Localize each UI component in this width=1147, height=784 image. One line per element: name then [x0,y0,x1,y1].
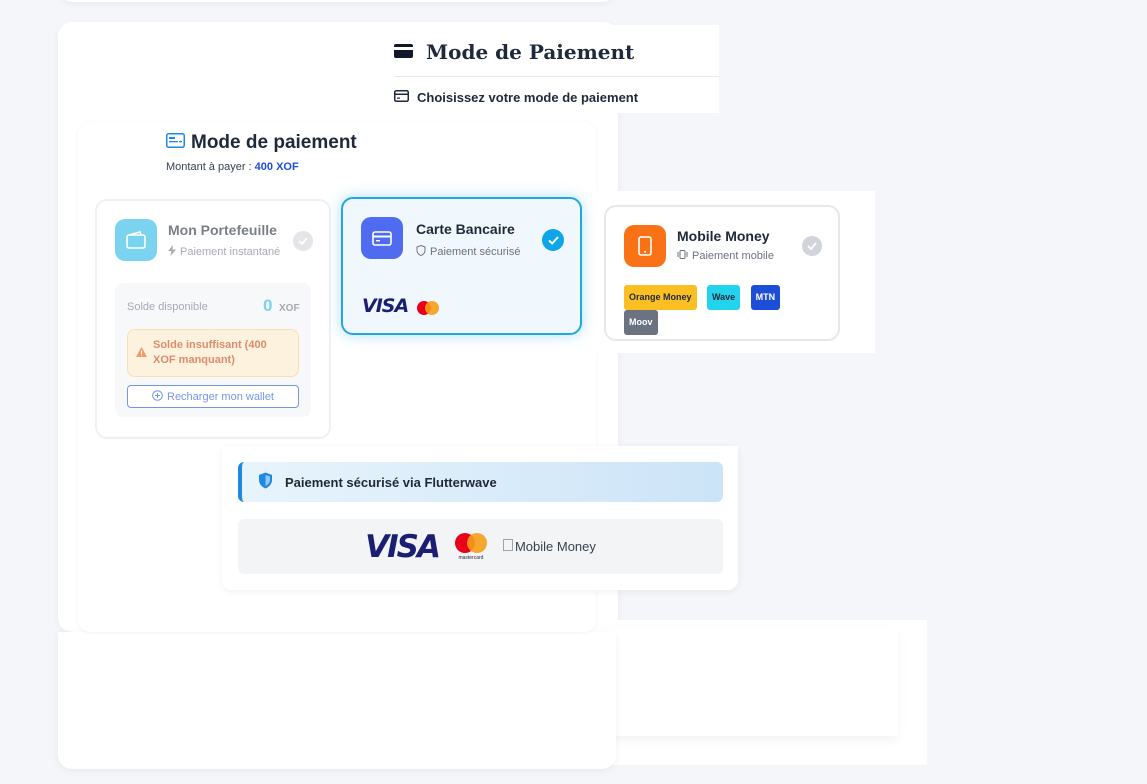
page-subtitle-text: Choisissez votre mode de paiement [417,90,639,105]
mobile-money-option-card[interactable]: Mobile Money Paiement mobile Orange Mone… [604,205,840,341]
secure-banner-text: Paiement sécurisé via Flutterwave [285,474,497,490]
credit-card-icon [394,40,414,64]
wallet-subtitle-text: Paiement instantané [180,246,281,258]
visa-logo: VISA [362,295,409,317]
panel-title: Mode de paiement [166,132,357,154]
background-card-top [60,0,615,2]
credit-card-icon [361,217,403,259]
mobile-money-title: Mobile Money [677,228,770,244]
page-title: Mode de Paiement [394,40,634,64]
reload-wallet-label: Recharger mon wallet [167,390,274,403]
mastercard-logo [415,300,441,321]
operator-tag-mtn: MTN [750,285,781,310]
lightning-icon [168,245,176,259]
amount-to-pay: Montant à payer : 400 XOF [166,161,299,173]
wallet-subtitle: Paiement instantané [168,245,280,259]
operator-tag-wave: Wave [706,285,741,310]
amount-label: Montant à payer : [166,161,252,173]
wallet-balance-box: Solde disponible 0 XOF Solde insuffisant… [115,283,311,417]
mobile-money-subtitle-text: Paiement mobile [692,250,774,262]
insufficient-balance-warning: Solde insuffisant (400 XOF manquant) [127,329,299,377]
vibrate-icon [677,250,688,262]
payment-logos-box: VISA mastercard Mobile Money [238,519,723,574]
mastercard-wordmark: mastercard [458,555,484,561]
balance-value: 0 [263,296,273,315]
wallet-icon [115,219,157,261]
bank-card-title: Carte Bancaire [416,221,515,237]
broken-image-icon [502,539,513,554]
warning-text: Solde insuffisant (400 XOF manquant) [153,339,267,366]
divider [394,76,719,77]
mobile-money-image-alt-text: Mobile Money [514,539,596,554]
operator-tags: Orange Money Wave MTN Moov [624,285,824,335]
shield-outline-icon [416,244,426,259]
wallet-check-icon [293,231,313,251]
smartphone-icon [624,225,666,267]
background-card-bottom [58,632,616,769]
plus-circle-icon [152,389,163,404]
operator-tag-orange-money: Orange Money [624,285,697,310]
balance-label: Solde disponible [127,301,208,313]
panel-title-text: Mode de paiement [191,132,357,153]
balance-currency: XOF [279,303,300,314]
page-subtitle: Choisissez votre mode de paiement [394,90,638,105]
payment-card-icon [166,132,185,154]
bank-card-subtitle-text: Paiement sécurisé [430,246,521,258]
amount-value: 400 XOF [254,161,299,173]
credit-card-outline-icon [394,90,409,105]
secure-payment-banner: Paiement sécurisé via Flutterwave [238,462,723,502]
mastercard-logo-large: mastercard [453,532,489,561]
warning-icon [136,347,147,368]
reload-wallet-button[interactable]: Recharger mon wallet [127,385,299,408]
operator-tag-moov: Moov [624,310,658,335]
selected-check-icon [542,229,564,251]
mobile-money-check-icon [802,236,822,256]
wallet-title: Mon Portefeuille [168,222,277,238]
bank-card-subtitle: Paiement sécurisé [416,244,521,259]
wallet-option-card[interactable]: Mon Portefeuille Paiement instantané Sol… [95,199,331,439]
bank-card-option-card[interactable]: Carte Bancaire Paiement sécurisé VISA [341,197,582,335]
shield-icon [258,472,273,492]
page-title-text: Mode de Paiement [426,40,635,64]
mobile-money-subtitle: Paiement mobile [677,250,774,262]
visa-logo-large: VISA [365,528,441,565]
mobile-money-image-alt: Mobile Money [502,539,596,554]
